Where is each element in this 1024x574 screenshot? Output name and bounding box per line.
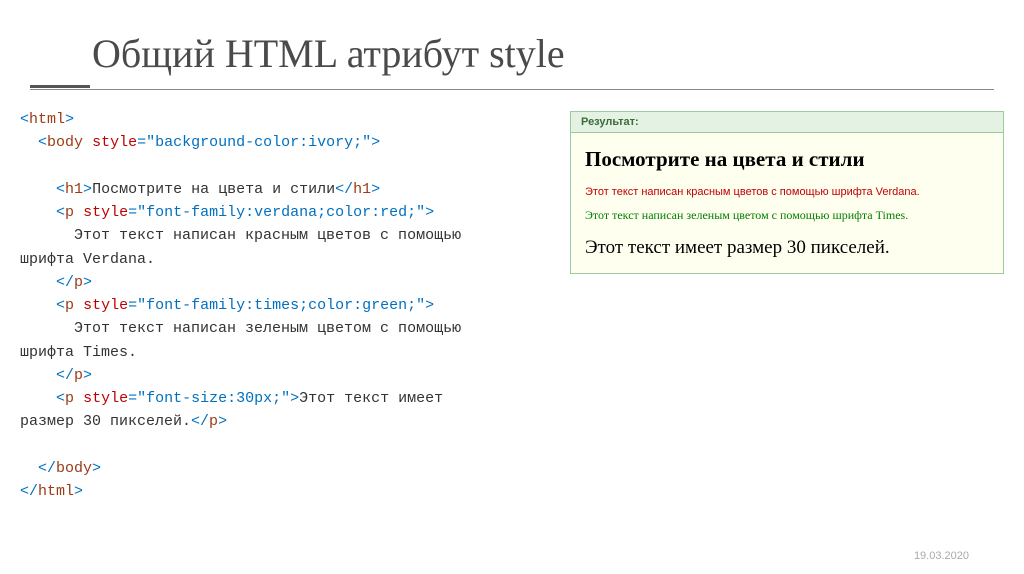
result-box: Результат: Посмотрите на цвета и стили Э… xyxy=(570,111,1004,274)
code-line: </body> xyxy=(20,457,560,480)
code-line: </p> xyxy=(20,364,560,387)
code-line: <html> xyxy=(20,108,560,131)
result-paragraph-red: Этот текст написан красным цветов с помо… xyxy=(585,186,989,198)
code-line: </p> xyxy=(20,271,560,294)
code-line xyxy=(20,155,560,178)
code-line xyxy=(20,434,560,457)
title-divider-accent xyxy=(30,85,90,88)
footer-date: 19.03.2020 xyxy=(914,550,969,562)
code-line: <h1>Посмотрите на цвета и стили</h1> xyxy=(20,178,560,201)
slide-title: Общий HTML атрибут style xyxy=(0,0,1024,89)
result-heading: Посмотрите на цвета и стили xyxy=(585,147,989,172)
result-content: Посмотрите на цвета и стили Этот текст н… xyxy=(571,133,1003,273)
code-line: Этот текст написан красным цветов с помо… xyxy=(20,224,560,247)
content-area: <html> <body style="background-color:ivo… xyxy=(0,108,1024,503)
code-line: размер 30 пикселей.</p> xyxy=(20,410,560,433)
code-line: шрифта Times. xyxy=(20,341,560,364)
code-line: <p style="font-size:30px;">Этот текст им… xyxy=(20,387,560,410)
result-paragraph-30px: Этот текст имеет размер 30 пикселей. xyxy=(585,237,989,259)
code-block: <html> <body style="background-color:ivo… xyxy=(20,108,560,503)
title-divider xyxy=(30,89,994,90)
code-line: шрифта Verdana. xyxy=(20,248,560,271)
code-line: </html> xyxy=(20,480,560,503)
code-line: Этот текст написан зеленым цветом с помо… xyxy=(20,317,560,340)
result-column: Результат: Посмотрите на цвета и стили Э… xyxy=(570,108,1004,503)
result-header: Результат: xyxy=(571,112,1003,133)
code-line: <body style="background-color:ivory;"> xyxy=(20,131,560,154)
code-line: <p style="font-family:times;color:green;… xyxy=(20,294,560,317)
code-line: <p style="font-family:verdana;color:red;… xyxy=(20,201,560,224)
result-paragraph-green: Этот текст написан зеленым цветом с помо… xyxy=(585,208,989,223)
